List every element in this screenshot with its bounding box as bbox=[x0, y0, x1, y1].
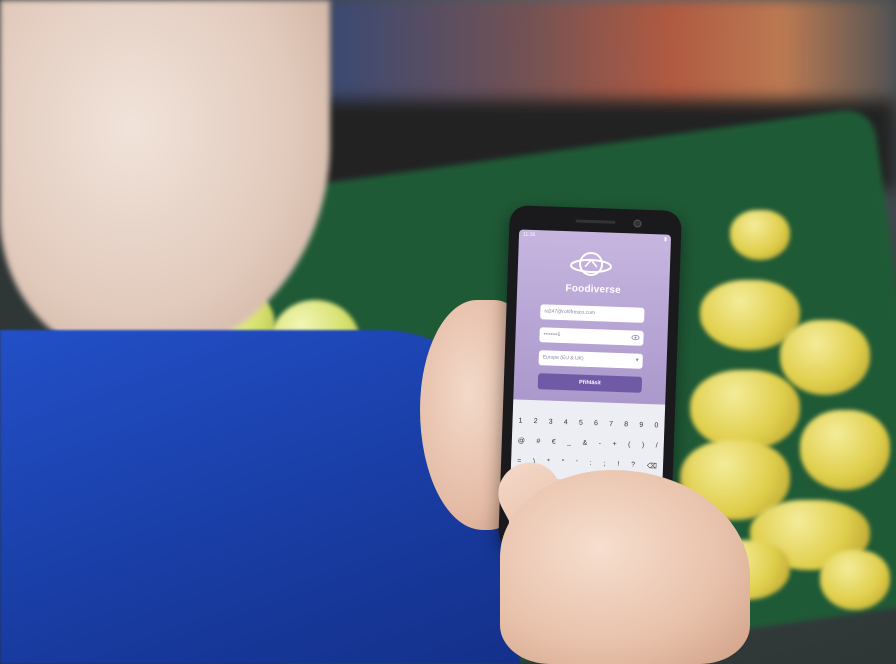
key[interactable]: 6 bbox=[594, 420, 598, 427]
pear bbox=[800, 410, 890, 490]
key[interactable]: ) bbox=[642, 442, 645, 449]
pear bbox=[780, 320, 870, 395]
key[interactable]: 2 bbox=[534, 418, 538, 425]
key[interactable]: 3 bbox=[549, 419, 553, 426]
pear bbox=[820, 550, 890, 610]
pear bbox=[730, 210, 790, 260]
key[interactable]: ' bbox=[576, 460, 578, 468]
key[interactable]: / bbox=[656, 442, 658, 449]
key[interactable]: " bbox=[562, 459, 565, 467]
key[interactable]: _ bbox=[567, 439, 571, 446]
password-value: ••••••••5 bbox=[543, 331, 561, 338]
key[interactable]: - bbox=[599, 440, 602, 447]
key[interactable]: 9 bbox=[639, 422, 643, 429]
key[interactable]: & bbox=[582, 440, 587, 447]
backspace-icon[interactable]: ⌫ bbox=[647, 462, 657, 470]
chevron-down-icon: ▾ bbox=[635, 357, 639, 364]
photo-scene: 11:26 ▮ Foodiverse ra247@rohlfresco.com … bbox=[0, 0, 896, 664]
key[interactable]: * bbox=[547, 459, 550, 467]
earpiece-speaker bbox=[575, 219, 616, 224]
pear bbox=[690, 370, 800, 450]
region-value: Europe (EU & UK) bbox=[542, 354, 584, 362]
email-value: ra247@rohlfresco.com bbox=[544, 308, 596, 317]
key[interactable]: @ bbox=[518, 438, 525, 445]
front-camera bbox=[633, 219, 642, 228]
key[interactable]: ? bbox=[631, 461, 635, 469]
key[interactable]: 0 bbox=[654, 422, 658, 429]
key[interactable]: ! bbox=[617, 461, 619, 469]
key[interactable]: + bbox=[612, 441, 616, 448]
battery-icon: ▮ bbox=[664, 236, 668, 243]
status-bar: 11:26 ▮ bbox=[523, 232, 667, 245]
key[interactable]: 4 bbox=[564, 419, 568, 426]
key[interactable]: 7 bbox=[609, 421, 613, 428]
keyboard-row-numbers: 1 2 3 4 5 6 7 8 9 0 bbox=[518, 418, 658, 430]
key[interactable]: € bbox=[552, 439, 556, 446]
password-field[interactable]: ••••••••5 bbox=[539, 327, 644, 346]
eye-icon[interactable] bbox=[631, 334, 640, 341]
keyboard-row-symbols: @ # € _ & - + ( ) / bbox=[518, 438, 658, 450]
key[interactable]: 5 bbox=[579, 420, 583, 427]
key[interactable]: # bbox=[536, 438, 540, 445]
app-brand: Foodiverse bbox=[565, 283, 622, 297]
email-field[interactable]: ra247@rohlfresco.com bbox=[540, 304, 645, 323]
key[interactable]: : bbox=[589, 460, 591, 468]
key[interactable]: ; bbox=[603, 461, 605, 469]
key[interactable]: 8 bbox=[624, 421, 628, 428]
planet-logo-icon bbox=[569, 251, 612, 276]
region-select[interactable]: Europe (EU & UK) ▾ bbox=[538, 350, 643, 369]
login-button[interactable]: Přihlásit bbox=[537, 373, 643, 393]
key[interactable]: 1 bbox=[518, 418, 522, 425]
key[interactable]: ( bbox=[628, 441, 631, 448]
status-time: 11:26 bbox=[522, 231, 536, 238]
